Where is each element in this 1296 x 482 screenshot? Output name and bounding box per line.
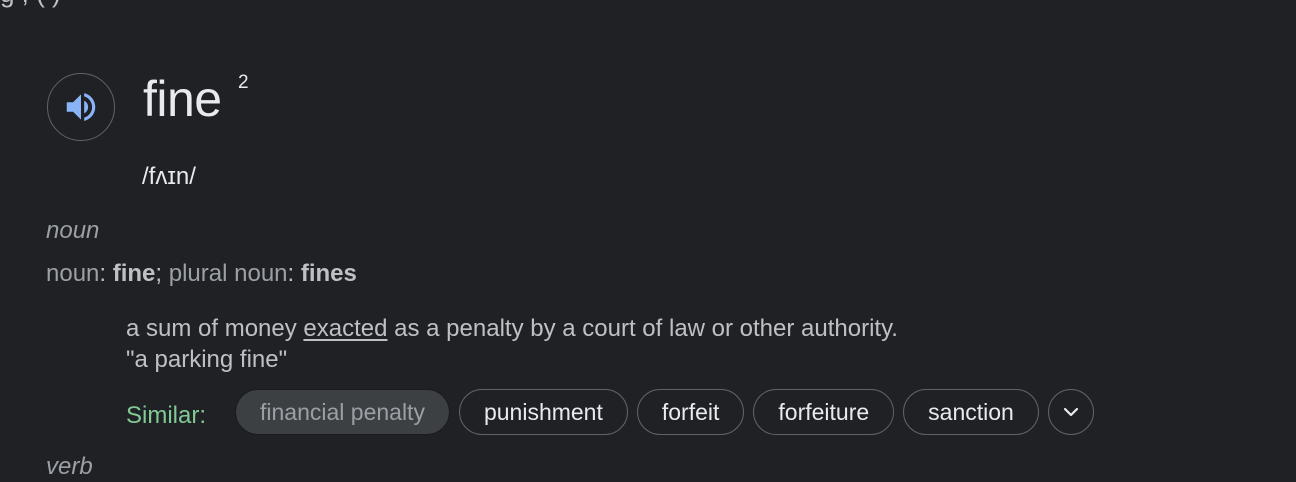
definition-text: a sum of money — [126, 315, 304, 342]
separator: ; — [155, 260, 163, 287]
expand-similar-button[interactable] — [1047, 389, 1094, 435]
definition-text: as a penalty by a court of law or other … — [387, 315, 898, 342]
part-of-speech-verb: verb — [46, 453, 93, 480]
headword: fine — [143, 71, 222, 127]
phonetic-spelling: /fʌɪn/ — [142, 163, 196, 190]
colon: : — [287, 260, 295, 287]
plural-form-value: fines — [300, 260, 357, 287]
definition-link-exacted[interactable]: exacted — [303, 315, 387, 342]
similar-label: Similar: — [126, 402, 207, 429]
chevron-down-icon — [1063, 407, 1078, 417]
word-forms: noun: fine; plural noun: fines — [46, 260, 357, 288]
previous-content-text: g , ( ) — [0, 0, 1296, 9]
part-of-speech-noun: noun — [46, 217, 100, 244]
similar-chip-punishment[interactable]: punishment — [458, 389, 628, 435]
colon: : — [99, 260, 107, 287]
volume-up-icon — [66, 93, 96, 121]
definition: a sum of money exacted as a penalty by a… — [126, 315, 898, 343]
similar-words: financial penalty punishment forfeit for… — [235, 389, 1094, 435]
noun-form-value: fine — [112, 260, 156, 287]
similar-chip-financial-penalty[interactable]: financial penalty — [235, 389, 450, 435]
similar-chip-forfeiture[interactable]: forfeiture — [753, 389, 895, 435]
usage-example: "a parking fine" — [126, 346, 288, 373]
noun-form-label: noun — [46, 260, 100, 287]
homograph-number: 2 — [238, 72, 249, 93]
similar-chip-forfeit[interactable]: forfeit — [636, 389, 745, 435]
dictionary-card: g , ( ) fine 2 /fʌɪn/ noun — [0, 0, 1296, 482]
plural-form-label: plural noun — [168, 260, 288, 287]
similar-chip-sanction[interactable]: sanction — [903, 389, 1039, 435]
pronunciation-button[interactable] — [47, 73, 115, 141]
